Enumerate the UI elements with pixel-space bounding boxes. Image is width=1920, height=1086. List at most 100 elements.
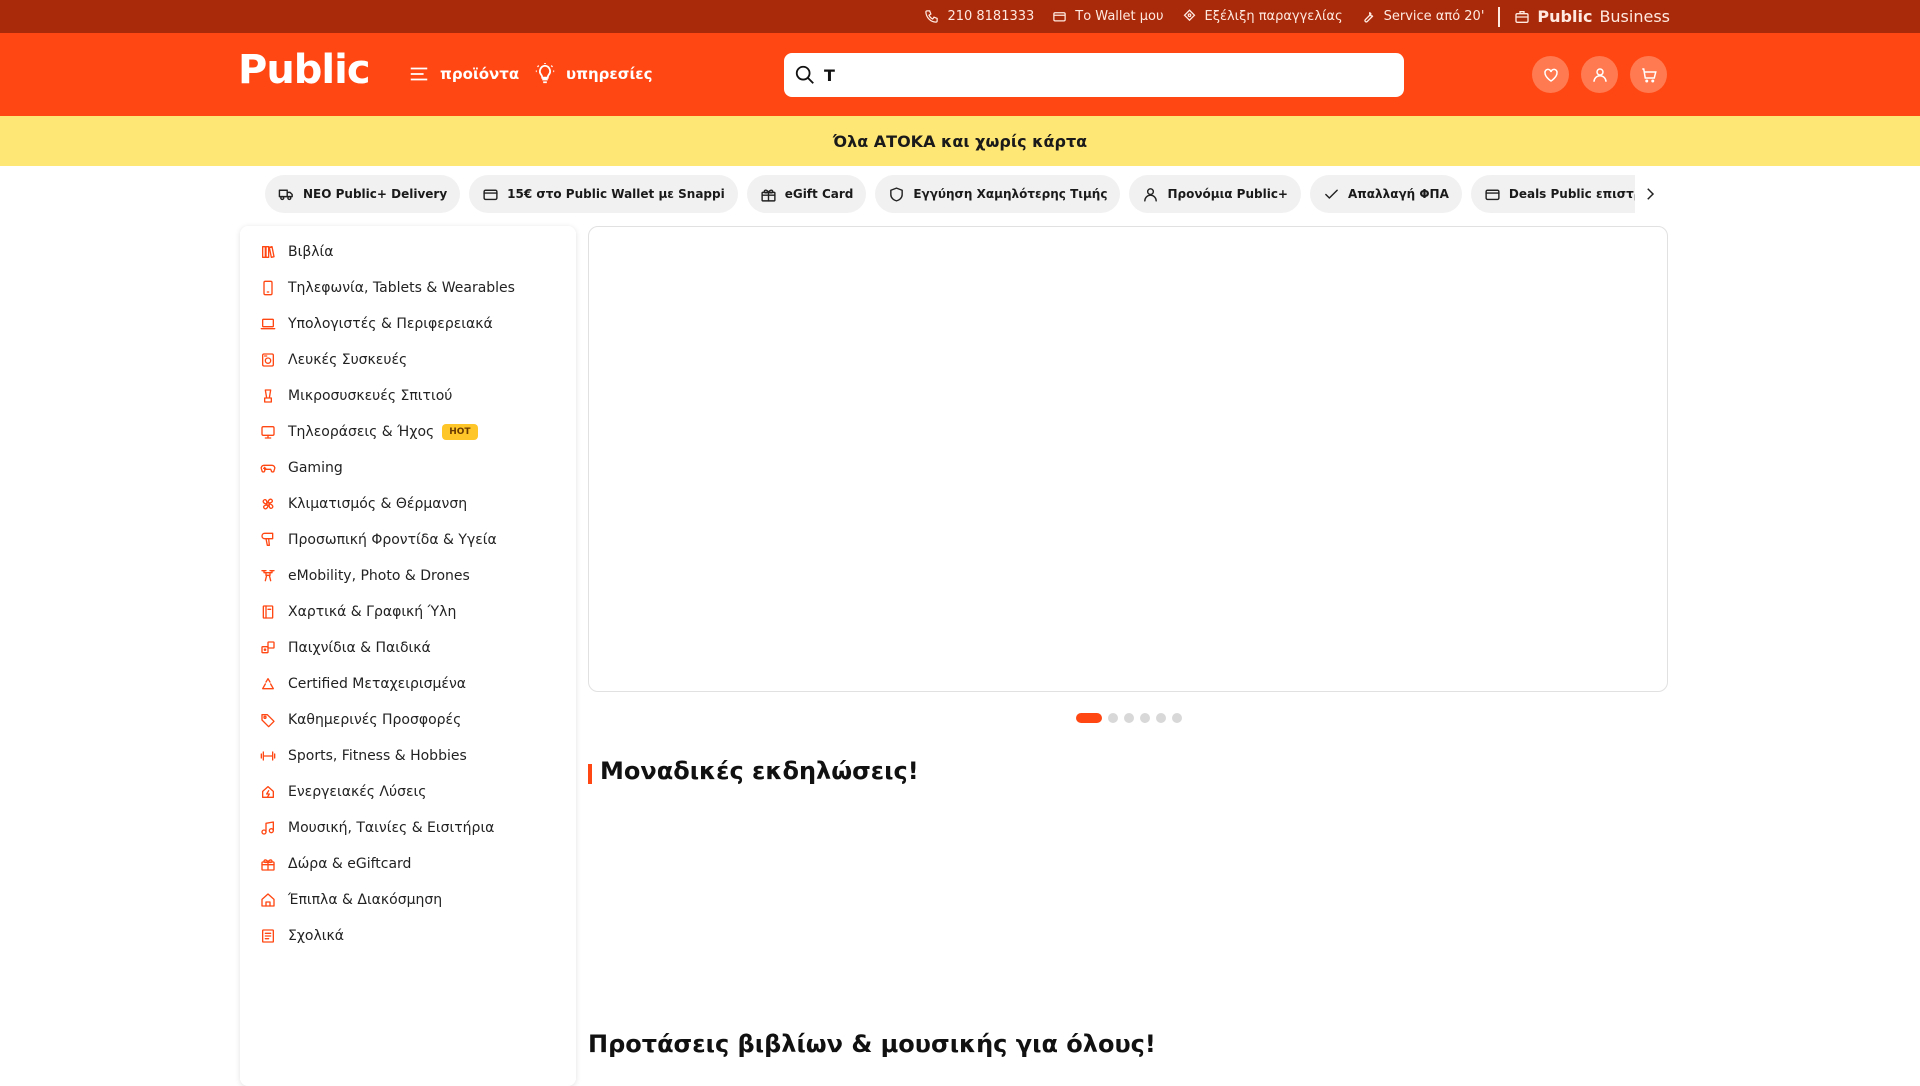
category-label: Ενεργειακές Λύσεις [288,784,427,800]
category-item[interactable]: Ενεργειακές Λύσεις [240,774,576,810]
wallet-icon [1053,12,1067,22]
wallet-label: Το Wallet μου [1075,9,1164,24]
service-link[interactable]: Service από 20' [1361,9,1485,24]
feature-chip-label: 15€ στο Public Wallet με Snappi [507,187,725,201]
music-icon [261,821,274,835]
carousel-dot[interactable] [1140,713,1150,723]
feature-chip-label: eGift Card [784,187,854,201]
feature-chips: ΝΕΟ Public+ Delivery 15€ στο Public Walle… [265,175,1635,213]
location-icon [1183,9,1195,22]
chevron-right-icon [1647,188,1655,200]
phone-link[interactable]: 210 8181333 [924,9,1034,24]
carousel-dot[interactable] [1156,713,1166,723]
category-item[interactable]: Sports, Fitness & Hobbies [240,738,576,774]
services-label: υπηρεσίες [566,65,653,83]
category-item[interactable]: Τηλεφωνία, Tablets & Wearables [240,270,576,306]
wishlist-button[interactable] [1532,56,1569,93]
category-item[interactable]: Gaming [240,450,576,486]
user-icon [1144,187,1158,202]
category-label: Προσωπική Φροντίδα & Υγεία [288,532,497,548]
briefcase-icon [1515,10,1530,23]
category-item[interactable]: Υπολογιστές & Περιφερειακά [240,306,576,342]
phone-icon [263,280,273,296]
category-label: Μικροσυσκευές Σπιτιού [288,388,453,404]
fan-icon [262,498,274,510]
category-label: Έπιπλα & Διακόσμηση [288,892,443,908]
service-label: Service από 20' [1383,9,1485,24]
category-item[interactable]: Χαρτικά & Γραφική Ύλη [240,594,576,630]
heart-icon [1543,68,1558,82]
feature-chip[interactable]: Απαλλαγή ΦΠΑ [1309,175,1462,213]
lightbulb-icon [535,63,555,84]
wallet-icon [1485,189,1500,200]
carousel-dot[interactable] [1172,713,1182,723]
feature-chip[interactable]: 15€ στο Public Wallet με Snappi [469,175,738,213]
recycle-icon [262,678,274,690]
category-item[interactable]: Τηλεοράσεις & Ήχος HOT [240,414,576,450]
category-item[interactable]: Δώρα & eGiftcard [240,846,576,882]
category-item[interactable]: eMobility, Photo & Drones [240,558,576,594]
wrench-icon [1364,11,1373,23]
home-icon [261,893,275,907]
shield-icon [890,186,904,202]
public-logo[interactable]: Public [238,47,371,93]
feature-chip[interactable]: Εγγύηση Χαμηλότερης Τιμής [875,175,1121,213]
category-label: Υπολογιστές & Περιφερειακά [288,316,493,332]
promo-text: Όλα ΑΤΟΚΑ και χωρίς κάρτα [832,131,1088,151]
dumbbell-icon [260,751,276,761]
wallet-icon [483,189,498,200]
top-bar: 210 8181333 Το Wallet μου Εξέλιξη παραγγ… [0,0,1920,33]
cart-button[interactable] [1630,56,1667,93]
main-header: Public προϊόντα υπηρεσίες [0,33,1920,116]
category-item[interactable]: Έπιπλα & Διακόσμηση [240,882,576,918]
events-section-title: Μοναδικές εκδηλώσεις! [600,757,919,785]
category-label: Καθημερινές Προσφορές [288,712,462,728]
feature-chip[interactable]: Προνόμια Public+ [1129,175,1301,213]
category-label: Κλιματισμός & Θέρμανση [288,496,468,512]
wallet-link[interactable]: Το Wallet μου [1052,9,1164,24]
business-brand: Public [1537,7,1593,26]
toy-icon [261,641,275,654]
search-icon [795,65,814,84]
school-icon [262,929,274,943]
category-item[interactable]: Μικροσυσκευές Σπιτιού [240,378,576,414]
category-item[interactable]: Certified Μεταχειρισμένα [240,666,576,702]
category-item[interactable]: Μουσική, Ταινίες & Εισιτήρια [240,810,576,846]
energy-icon [262,786,274,798]
category-item[interactable]: Προσωπική Φροντίδα & Υγεία [240,522,576,558]
drone-icon [261,570,275,582]
carousel-dot[interactable] [1108,713,1118,723]
category-item[interactable]: Λευκές Συσκευές [240,342,576,378]
services-menu-button[interactable]: υπηρεσίες [534,63,653,85]
public-business-link[interactable]: Public Business [1514,7,1670,26]
feature-chip-label: Εγγύηση Χαμηλότερης Τιμής [913,187,1108,201]
carousel-dot[interactable] [1076,713,1102,723]
category-label: Χαρτικά & Γραφική Ύλη [288,604,457,620]
order-tracking-label: Εξέλιξη παραγγελίας [1204,9,1343,24]
category-label: Τηλεφωνία, Tablets & Wearables [288,280,515,296]
account-button[interactable] [1581,56,1618,93]
gift-icon [761,188,776,202]
hero-carousel[interactable] [588,226,1668,692]
topbar-divider [1498,6,1501,27]
carousel-dot[interactable] [1124,713,1134,723]
category-item[interactable]: Παιχνίδια & Παιδικά [240,630,576,666]
order-tracking-link[interactable]: Εξέλιξη παραγγελίας [1182,9,1343,24]
feature-chip[interactable]: eGift Card [746,175,867,213]
category-item[interactable]: Καθημερινές Προσφορές [240,702,576,738]
feature-chip[interactable]: ΝΕΟ Public+ Delivery [265,175,461,213]
products-menu-button[interactable]: προϊόντα [408,63,519,85]
phone-icon [925,10,939,23]
washer-icon [262,353,274,367]
search-input[interactable] [824,65,1384,85]
category-item[interactable]: Βιβλία [240,234,576,270]
category-item[interactable]: Σχολικά [240,918,576,954]
chips-next-button[interactable] [1640,182,1660,206]
category-item[interactable]: Κλιματισμός & Θέρμανση [240,486,576,522]
products-label: προϊόντα [440,65,520,83]
hamburger-icon [410,67,428,81]
hairdryer-icon [261,532,274,546]
feature-chip[interactable]: Deals Public επιστροφή € [1470,175,1635,213]
category-label: Βιβλία [288,244,334,260]
promo-banner[interactable]: Όλα ΑΤΟΚΑ και χωρίς κάρτα [0,116,1920,166]
